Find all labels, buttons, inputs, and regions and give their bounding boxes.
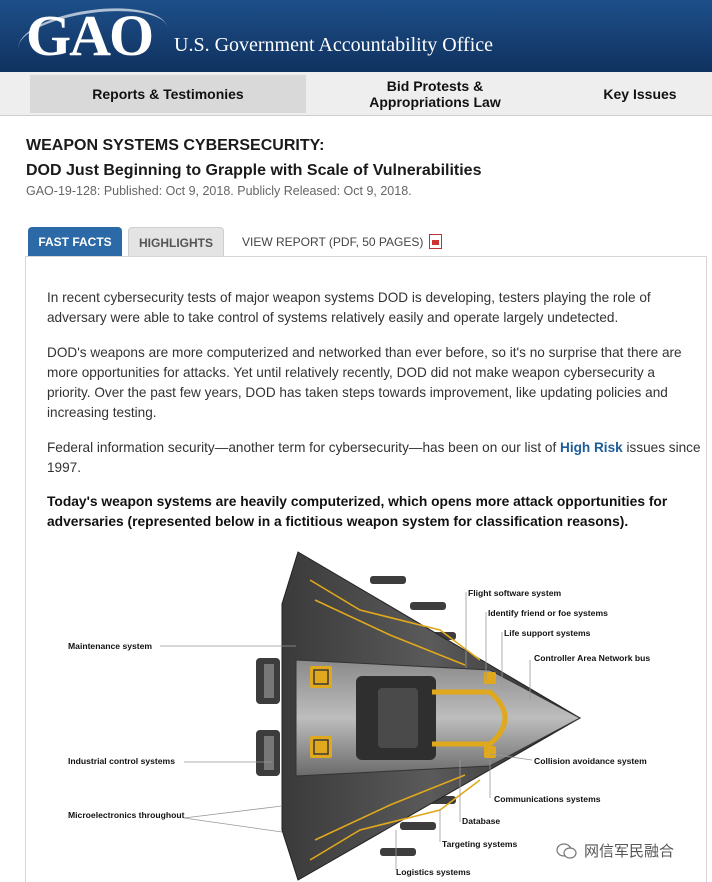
weapon-system-diagram: Flight software system Identify friend o… (60, 540, 712, 882)
page-subtitle: DOD Just Beginning to Grapple with Scale… (26, 162, 482, 179)
callout-communications: Communications systems (494, 794, 601, 804)
high-risk-link[interactable]: High Risk (560, 440, 623, 455)
nav-label: Bid Protests & Appropriations Law (369, 78, 500, 110)
wechat-icon (556, 842, 577, 859)
view-report-label: VIEW REPORT (PDF, 50 PAGES) (242, 234, 424, 249)
nav-reports-testimonies[interactable]: Reports & Testimonies (30, 75, 306, 113)
paragraph-3-text: Federal information security—another ter… (47, 440, 561, 455)
site-header: GAO U.S. Government Accountability Offic… (0, 0, 712, 72)
callout-microelectronics: Microelectronics throughout (68, 810, 185, 820)
callout-can-bus: Controller Area Network bus (534, 653, 651, 663)
page-title: WEAPON SYSTEMS CYBERSECURITY: (26, 137, 325, 154)
weapon-diagram-svg (160, 551, 582, 881)
callout-collision-avoidance: Collision avoidance system (534, 756, 647, 766)
org-name[interactable]: U.S. Government Accountability Office (174, 34, 493, 57)
pdf-icon (429, 234, 443, 249)
callout-flight-software: Flight software system (468, 588, 562, 598)
main-nav: Reports & Testimonies Bid Protests & App… (0, 72, 712, 116)
nav-label: Key Issues (603, 86, 677, 102)
callout-maintenance: Maintenance system (68, 641, 153, 651)
paragraph-2: DOD's weapons are more computerized and … (47, 345, 682, 420)
watermark-text: 网信军民融合 (584, 843, 675, 860)
watermark: 网信军民融合 (556, 840, 674, 861)
paragraph-1: In recent cybersecurity tests of major w… (47, 290, 651, 325)
gao-logo[interactable]: GAO (26, 6, 154, 66)
nav-label: Reports & Testimonies (92, 86, 244, 102)
callout-iff: Identify friend or foe systems (488, 608, 608, 618)
view-report-link[interactable]: VIEW REPORT (PDF, 50 PAGES) (242, 234, 443, 249)
nav-bid-protests[interactable]: Bid Protests & Appropriations Law (340, 75, 530, 113)
callout-life-support: Life support systems (504, 628, 591, 638)
callout-logistics: Logistics systems (396, 867, 471, 877)
callout-industrial-control: Industrial control systems (68, 756, 175, 766)
nav-key-issues[interactable]: Key Issues (580, 75, 700, 113)
publication-info: GAO-19-128: Published: Oct 9, 2018. Publ… (26, 184, 412, 198)
cockpit-inner (378, 688, 418, 748)
diagram-intro: Today's weapon systems are heavily compu… (47, 494, 668, 529)
tab-fast-facts[interactable]: FAST FACTS (28, 227, 122, 257)
nav-label-line1: Bid Protests & (386, 78, 484, 94)
nav-label-line2: Appropriations Law (369, 94, 501, 110)
engine-nozzles (256, 658, 280, 776)
paragraph-3: Federal information security—another ter… (47, 438, 702, 478)
callout-targeting: Targeting systems (442, 839, 518, 849)
callout-database: Database (462, 816, 501, 826)
tab-highlights[interactable]: HIGHLIGHTS (128, 227, 224, 257)
